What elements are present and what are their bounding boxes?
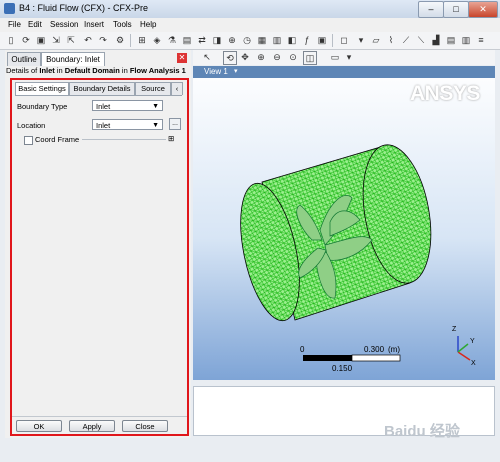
axis-z-label: Z: [452, 326, 457, 333]
details-panel: Outline Boundary: Inlet ✕ Details of Inl…: [5, 50, 191, 438]
axis-y-label: Y: [470, 338, 475, 345]
redo-icon[interactable]: ↷: [97, 34, 109, 46]
undo-icon[interactable]: ↶: [82, 34, 94, 46]
boundary-type-select[interactable]: Inlet ▼: [92, 100, 163, 111]
scale-minor: 0.150: [332, 364, 353, 373]
monitor-icon[interactable]: ◧: [286, 34, 298, 46]
app-icon: [4, 3, 15, 14]
zoom-icon[interactable]: ⊕: [255, 51, 267, 63]
view-header: View 1 ▾: [193, 66, 495, 78]
expression-icon[interactable]: ƒ: [301, 34, 313, 46]
coord-frame-label: Coord Frame: [35, 135, 80, 144]
line-plot-icon[interactable]: ⟍: [415, 34, 427, 46]
viewer-toolbar: ↖ ⟲ ✥ ⊕ ⊖ ⊙ ◫ ▭ ▾: [193, 50, 495, 65]
new-file-icon[interactable]: ▯: [5, 34, 17, 46]
ansys-logo: ANSYS: [410, 82, 480, 105]
export-icon[interactable]: ⇱: [65, 34, 77, 46]
chevron-down-icon: ▼: [152, 122, 159, 129]
boundary-type-label: Boundary Type: [17, 102, 68, 111]
time-icon[interactable]: ◷: [241, 34, 253, 46]
chart-icon[interactable]: ⌇: [385, 34, 397, 46]
menu-help[interactable]: Help: [140, 20, 156, 29]
solver-control-icon[interactable]: ▦: [256, 34, 268, 46]
close-button[interactable]: Close: [122, 420, 168, 432]
location-select[interactable]: Inlet ▼: [92, 119, 163, 130]
window-titlebar: B4 : Fluid Flow (CFX) - CFX-Pre – □ ✕: [0, 0, 500, 19]
main-toolbar: ▯ ⟳ ▣ ⇲ ⇱ ↶ ↷ ⚙ ⊞ ◈ ⚗ ▤ ⇄ ◨ ⊕ ◷ ▦ ▥ ◧ ƒ …: [0, 32, 500, 50]
mesh-icon[interactable]: ⊞: [136, 34, 148, 46]
chevron-down-icon: ▼: [152, 103, 159, 110]
boundary-settings-box: Basic Settings Boundary Details Source ‹…: [10, 78, 189, 436]
apply-button[interactable]: Apply: [69, 420, 115, 432]
graph-icon[interactable]: ▱: [370, 34, 382, 46]
boundary-icon[interactable]: ▤: [181, 34, 193, 46]
location-browse-button[interactable]: ...: [169, 118, 181, 130]
chevron-down-icon[interactable]: ▾: [234, 67, 238, 75]
menu-insert[interactable]: Insert: [84, 20, 104, 29]
zoom-box-icon[interactable]: ⊖: [271, 51, 283, 63]
tab-basic-settings[interactable]: Basic Settings: [15, 82, 69, 95]
scale-unit: (m): [388, 345, 400, 354]
maximize-button[interactable]: □: [443, 1, 469, 18]
output-control-icon[interactable]: ▥: [271, 34, 283, 46]
histogram-icon[interactable]: ▟: [430, 34, 442, 46]
reload-icon[interactable]: ⟳: [20, 34, 32, 46]
3d-viewer[interactable]: [193, 66, 495, 380]
layout-dropdown-icon[interactable]: ▾: [343, 51, 355, 63]
close-tab-icon[interactable]: ✕: [177, 53, 187, 63]
minimize-button[interactable]: –: [418, 1, 444, 18]
import-icon[interactable]: ⇲: [50, 34, 62, 46]
chevron-down-icon[interactable]: ▾: [355, 34, 367, 46]
scale-major: 0.300: [364, 345, 385, 354]
details-header: Details of Inlet in Default Domain in Fl…: [6, 66, 186, 75]
tab-boundary-inlet[interactable]: Boundary: Inlet: [41, 52, 105, 66]
ok-button[interactable]: OK: [16, 420, 62, 432]
view-selector[interactable]: View 1: [204, 67, 228, 76]
tab-source[interactable]: Source: [135, 82, 171, 95]
source-icon[interactable]: ⊕: [226, 34, 238, 46]
menu-edit[interactable]: Edit: [28, 20, 42, 29]
interface-icon[interactable]: ⇄: [196, 34, 208, 46]
location-label: Location: [17, 121, 46, 130]
plot-icon[interactable]: ⟋: [400, 34, 412, 46]
select-cursor-icon[interactable]: ↖: [201, 51, 213, 63]
tab-boundary-details[interactable]: Boundary Details: [69, 82, 135, 95]
layout-icon[interactable]: ▭: [329, 51, 341, 63]
watermark: Baidu 经验: [384, 423, 460, 440]
axis-x-label: X: [471, 360, 476, 367]
menu-tools[interactable]: Tools: [113, 20, 132, 29]
window-title: B4 : Fluid Flow (CFX) - CFX-Pre: [19, 3, 149, 13]
tab-scroll-left-icon[interactable]: ‹: [171, 82, 183, 95]
table-icon[interactable]: ▤: [445, 34, 457, 46]
fit-view-icon[interactable]: ◫: [303, 51, 317, 65]
menu-file[interactable]: File: [8, 20, 21, 29]
menu-bar: File Edit Session Insert Tools Help: [0, 18, 500, 32]
coord-frame-checkbox[interactable]: [24, 136, 33, 145]
zoom-fit-icon[interactable]: ⊙: [287, 51, 299, 63]
save-icon[interactable]: ▣: [35, 34, 47, 46]
flask-icon[interactable]: ⚗: [166, 34, 178, 46]
scale-zero: 0: [300, 345, 305, 354]
menu-session[interactable]: Session: [50, 20, 78, 29]
lines-icon[interactable]: ≡: [475, 34, 487, 46]
domain-icon[interactable]: ◈: [151, 34, 163, 46]
rotate-icon[interactable]: ⟲: [223, 51, 237, 65]
tab-outline[interactable]: Outline: [7, 52, 41, 66]
report-icon[interactable]: ▥: [460, 34, 472, 46]
close-window-button[interactable]: ✕: [468, 1, 498, 18]
wireframe-icon[interactable]: ◻: [338, 34, 350, 46]
pan-icon[interactable]: ✥: [239, 51, 251, 63]
subdomain-icon[interactable]: ◨: [211, 34, 223, 46]
variable-icon[interactable]: ▣: [316, 34, 328, 46]
settings-icon[interactable]: ⚙: [114, 34, 126, 46]
expand-icon[interactable]: ⊞: [168, 134, 174, 143]
